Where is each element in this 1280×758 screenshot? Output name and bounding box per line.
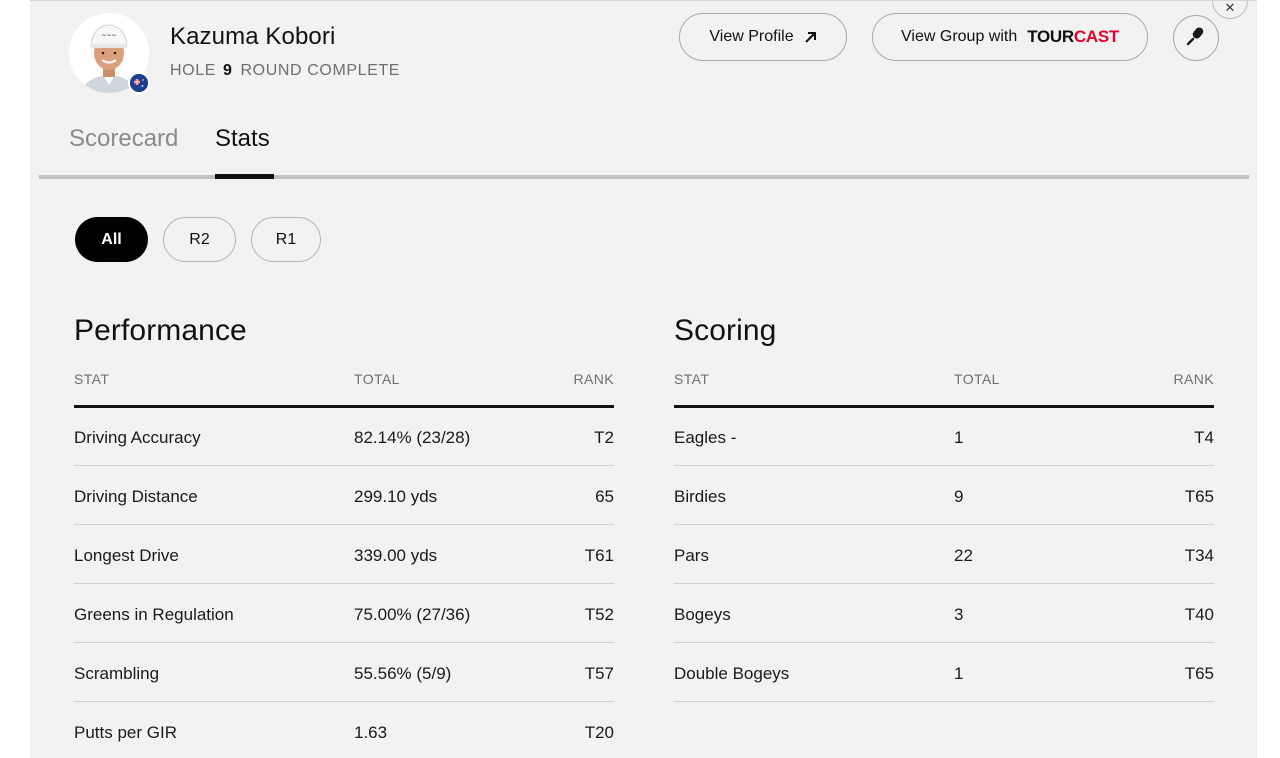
stat-rank: T61 bbox=[584, 546, 614, 565]
table-row: Putts per GIR 1.63 T20 bbox=[74, 702, 614, 758]
filter-all-button[interactable]: All bbox=[75, 217, 148, 262]
stat-name: Longest Drive bbox=[74, 546, 179, 565]
svg-text:~~~: ~~~ bbox=[101, 32, 116, 39]
stat-name: Eagles - bbox=[674, 428, 737, 447]
stat-name: Bogeys bbox=[674, 605, 731, 624]
player-avatar: ~~~ bbox=[69, 13, 150, 94]
player-name: Kazuma Kobori bbox=[170, 23, 336, 50]
stat-total: 3 bbox=[954, 605, 964, 624]
stat-rank: T34 bbox=[1184, 546, 1214, 565]
stat-rank: T65 bbox=[1184, 664, 1214, 683]
round-status-text: ROUND COMPLETE bbox=[240, 62, 401, 79]
stat-name: Greens in Regulation bbox=[74, 605, 234, 624]
tab-scorecard[interactable]: Scorecard bbox=[69, 125, 178, 153]
player-stats-panel: ✕ ~~~ Kazuma Kobori HOLE 9 ROUND COMPLET… bbox=[30, 0, 1257, 758]
table-row: Longest Drive 339.00 yds T61 bbox=[74, 525, 614, 584]
stat-total: 55.56% (5/9) bbox=[354, 664, 452, 683]
stat-rank: T65 bbox=[1184, 487, 1214, 506]
microphone-button[interactable] bbox=[1173, 15, 1219, 61]
microphone-icon bbox=[1185, 25, 1207, 52]
arrow-up-right-icon bbox=[804, 31, 817, 44]
table-row: Pars 22 T34 bbox=[674, 525, 1214, 584]
round-status: HOLE 9 ROUND COMPLETE bbox=[170, 62, 400, 80]
table-row: Scrambling 55.56% (5/9) T57 bbox=[74, 643, 614, 702]
table-row: Double Bogeys 1 T65 bbox=[674, 643, 1214, 702]
close-icon[interactable]: ✕ bbox=[1212, 1, 1248, 19]
stat-name: Birdies bbox=[674, 487, 726, 506]
scoring-title: Scoring bbox=[674, 314, 777, 347]
performance-col-total: TOTAL bbox=[354, 371, 400, 387]
performance-col-rank: RANK bbox=[573, 371, 614, 387]
stat-name: Scrambling bbox=[74, 664, 160, 683]
stat-name: Driving Accuracy bbox=[74, 428, 201, 447]
scoring-col-stat: STAT bbox=[674, 371, 710, 387]
scoring-col-rank: RANK bbox=[1173, 371, 1214, 387]
stat-name: Pars bbox=[674, 546, 709, 565]
stat-rank: T40 bbox=[1184, 605, 1214, 624]
table-row: Eagles - 1 T4 bbox=[674, 407, 1214, 466]
view-profile-button[interactable]: View Profile bbox=[679, 13, 847, 61]
country-flag-icon bbox=[128, 72, 150, 94]
row-divider bbox=[674, 701, 1214, 702]
stat-total: 339.00 yds bbox=[354, 546, 438, 565]
stat-total: 1.63 bbox=[354, 723, 388, 742]
view-group-label: View Group with bbox=[901, 28, 1018, 45]
stat-total: 22 bbox=[954, 546, 973, 565]
stat-total: 75.00% (27/36) bbox=[354, 605, 471, 624]
stat-rank: T52 bbox=[584, 605, 614, 624]
hole-number: 9 bbox=[223, 62, 233, 79]
filter-r2-button[interactable]: R2 bbox=[163, 217, 236, 262]
hole-label: HOLE bbox=[170, 62, 216, 79]
stat-rank: 65 bbox=[595, 487, 614, 506]
filter-r1-button[interactable]: R1 bbox=[251, 217, 321, 262]
tourcast-logo: TOURCAST bbox=[1027, 27, 1119, 46]
stat-name: Double Bogeys bbox=[674, 664, 790, 683]
stat-name: Putts per GIR bbox=[74, 723, 177, 742]
view-group-tourcast-button[interactable]: View Group with TOURCAST bbox=[872, 13, 1148, 61]
tab-stats[interactable]: Stats bbox=[215, 125, 270, 153]
stat-rank: T57 bbox=[584, 664, 614, 683]
table-row: Greens in Regulation 75.00% (27/36) T52 bbox=[74, 584, 614, 643]
stat-total: 299.10 yds bbox=[354, 487, 438, 506]
stat-total: 1 bbox=[954, 428, 964, 447]
stat-rank: T2 bbox=[594, 428, 614, 447]
table-row: Driving Distance 299.10 yds 65 bbox=[74, 466, 614, 525]
scoring-col-total: TOTAL bbox=[954, 371, 1000, 387]
stat-total: 9 bbox=[954, 487, 964, 506]
stat-total: 1 bbox=[954, 664, 964, 683]
table-row: Birdies 9 T65 bbox=[674, 466, 1214, 525]
stat-name: Driving Distance bbox=[74, 487, 198, 506]
active-tab-indicator bbox=[215, 174, 274, 179]
performance-col-stat: STAT bbox=[74, 371, 110, 387]
table-row: Bogeys 3 T40 bbox=[674, 584, 1214, 643]
performance-title: Performance bbox=[74, 314, 247, 347]
table-row: Driving Accuracy 82.14% (23/28) T2 bbox=[74, 407, 614, 466]
stat-total: 82.14% (23/28) bbox=[354, 428, 471, 447]
stat-rank: T4 bbox=[1194, 428, 1214, 447]
view-profile-label: View Profile bbox=[709, 28, 794, 45]
stat-rank: T20 bbox=[584, 723, 614, 742]
